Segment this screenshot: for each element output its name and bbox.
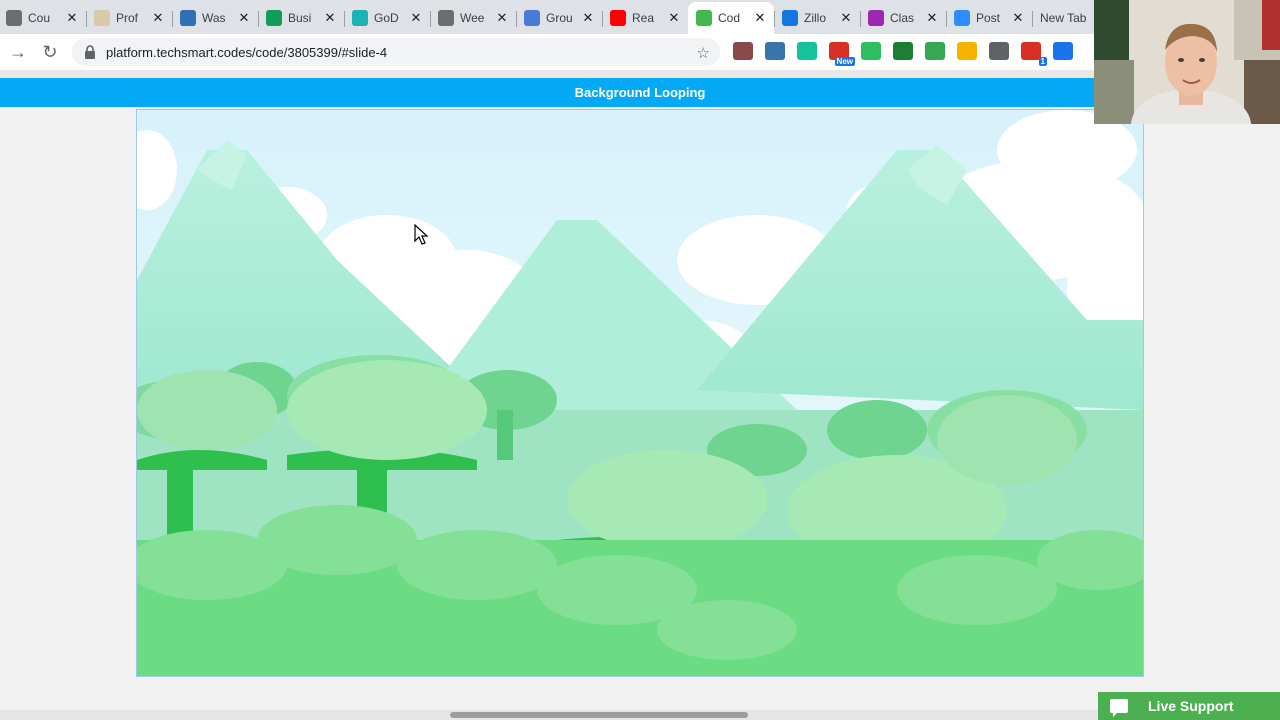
weebly-icon — [438, 10, 454, 26]
python-extension-icon[interactable] — [765, 42, 785, 60]
pdf-extension-icon[interactable] — [733, 42, 753, 60]
close-tab-icon[interactable]: ✕ — [494, 10, 510, 26]
godaddy-icon — [352, 10, 368, 26]
close-tab-icon[interactable]: ✕ — [924, 10, 940, 26]
browser-tab[interactable]: Post ✕ — [946, 2, 1032, 34]
scroll-thumb[interactable] — [450, 712, 748, 718]
browser-tab[interactable]: Cou ✕ — [0, 2, 86, 34]
close-tab-icon[interactable]: ✕ — [580, 10, 596, 26]
tab-title: Post — [976, 11, 1001, 25]
webcam-video-overlay — [1094, 0, 1280, 124]
tab-title: GoD — [374, 11, 399, 25]
tab-title: Clas — [890, 11, 915, 25]
browser-tab[interactable]: Was ✕ — [172, 2, 258, 34]
tab-title: Prof — [116, 11, 139, 25]
chat-icon — [1110, 699, 1128, 717]
mail-icon — [524, 10, 540, 26]
slide-title: Background Looping — [574, 85, 706, 100]
lock-icon — [85, 45, 95, 59]
browser-tab[interactable]: Prof ✕ — [86, 2, 172, 34]
youtube-icon — [610, 10, 626, 26]
puzzle-extension-icon[interactable] — [1053, 42, 1073, 60]
close-tab-icon[interactable]: ✕ — [150, 10, 166, 26]
browser-tab[interactable]: Rea ✕ — [602, 2, 688, 34]
extension-badge: 1 — [1038, 57, 1047, 66]
tab-title: Grou — [546, 11, 573, 25]
close-tab-icon[interactable]: ✕ — [838, 10, 854, 26]
tab-title: Zillo — [804, 11, 827, 25]
cast-extension-icon[interactable] — [925, 42, 945, 60]
evernote-extension-icon[interactable] — [861, 42, 881, 60]
close-tab-icon[interactable]: ✕ — [236, 10, 252, 26]
techsmart-icon — [696, 10, 712, 26]
new-extension-icon[interactable]: New — [829, 42, 855, 66]
tab-title: Cou — [28, 11, 51, 25]
browser-toolbar: → ↻ platform.techsmart.codes/code/380539… — [0, 34, 1094, 70]
browser-tab[interactable]: Grou ✕ — [516, 2, 602, 34]
tab-title: Was — [202, 11, 226, 25]
browser-tab[interactable]: Zillo ✕ — [774, 2, 860, 34]
mouse-cursor-icon — [414, 224, 429, 245]
extension-badge: New — [834, 57, 855, 66]
horizontal-scrollbar[interactable] — [0, 710, 1098, 720]
presenter-webcam-image — [1094, 0, 1280, 124]
page-divider — [0, 70, 1094, 78]
close-tab-icon[interactable]: ✕ — [408, 10, 424, 26]
tab-title: Cod — [718, 11, 741, 25]
generic-page-icon — [6, 10, 22, 26]
close-tab-icon[interactable]: ✕ — [666, 10, 682, 26]
reader-extension-icon[interactable] — [989, 42, 1009, 60]
close-tab-icon[interactable]: ✕ — [64, 10, 80, 26]
grammarly-extension-icon[interactable] — [797, 42, 817, 60]
tab-title: Busi — [288, 11, 312, 25]
jump-extension-icon[interactable] — [893, 42, 913, 60]
address-bar[interactable]: platform.techsmart.codes/code/3805399/#s… — [72, 38, 720, 66]
slide-title-banner: Background Looping — [0, 78, 1280, 107]
sheets-icon — [266, 10, 282, 26]
tab-title: Rea — [632, 11, 655, 25]
classroom-extension-icon[interactable] — [957, 42, 977, 60]
diamond-icon — [180, 10, 196, 26]
reload-icon[interactable]: ↻ — [34, 36, 66, 68]
forward-icon[interactable]: → — [2, 36, 34, 68]
extensions-area: New 1 — [733, 42, 1073, 66]
browser-tab[interactable]: Busi ✕ — [258, 2, 344, 34]
forest-background-scene — [137, 110, 1143, 676]
bookmark-star-icon[interactable]: ☆ — [697, 44, 710, 62]
live-support-button[interactable]: Live Support — [1098, 692, 1280, 720]
url-text: platform.techsmart.codes/code/3805399/#s… — [106, 44, 388, 60]
browser-tab[interactable]: Cod ✕ — [688, 2, 774, 34]
browser-tab[interactable]: New Tab✕ — [1032, 2, 1094, 34]
close-tab-icon[interactable]: ✕ — [1010, 10, 1026, 26]
tab-strip: Cou ✕ Prof ✕ Was ✕ Busi ✕ GoD ✕ Wee ✕ Grou ✕ Rea ✕ Cod ✕ Z… — [0, 0, 1094, 34]
classroom-icon — [868, 10, 884, 26]
profile-icon — [94, 10, 110, 26]
zillow-icon — [782, 10, 798, 26]
tab-title: New Tab — [1040, 11, 1087, 25]
game-canvas[interactable] — [136, 109, 1144, 677]
share-extension-icon[interactable]: 1 — [1021, 42, 1047, 66]
zoom-icon — [954, 10, 970, 26]
tab-title: Wee — [460, 11, 485, 25]
live-support-label: Live Support — [1148, 698, 1234, 714]
close-tab-icon[interactable]: ✕ — [752, 10, 768, 26]
close-tab-icon[interactable]: ✕ — [322, 10, 338, 26]
browser-tab[interactable]: GoD ✕ — [344, 2, 430, 34]
browser-tab[interactable]: Clas ✕ — [860, 2, 946, 34]
browser-tab[interactable]: Wee ✕ — [430, 2, 516, 34]
